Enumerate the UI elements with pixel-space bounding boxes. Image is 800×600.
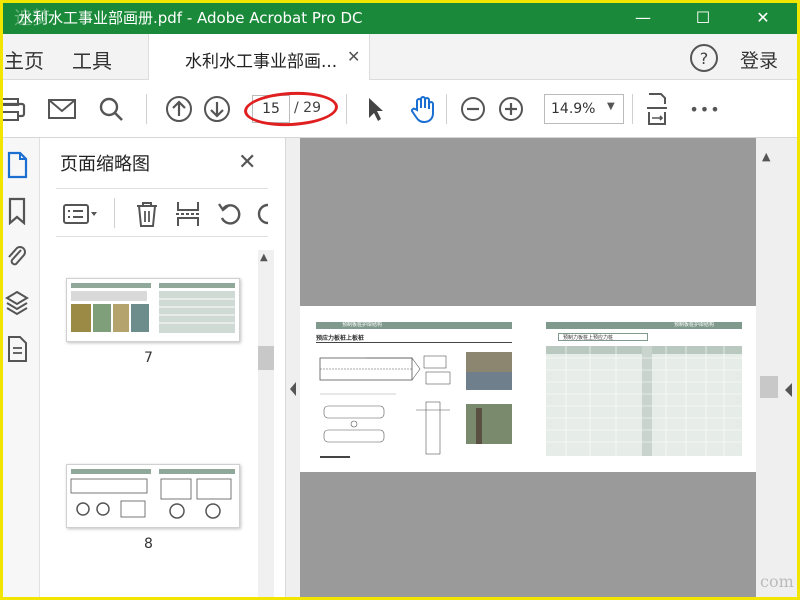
window-title: 水利水工事业部画册.pdf - Adobe Acrobat Pro DC	[18, 9, 363, 27]
engineering-drawings	[319, 352, 512, 458]
toolbar-divider	[632, 94, 633, 124]
toolbar-divider	[146, 94, 147, 124]
specification-table	[546, 346, 742, 456]
rule	[316, 342, 512, 343]
page-heading: 预制板桩护岸结构	[342, 322, 383, 328]
subheading-box: 预制力板桩上预应力桩	[558, 333, 648, 341]
more-icon[interactable]: •••	[689, 94, 720, 124]
navigation-rail	[0, 138, 40, 600]
extract-pages-icon[interactable]	[174, 200, 202, 232]
thumbnail-toolbar	[40, 194, 286, 234]
page-down-icon[interactable]	[202, 94, 232, 124]
main-toolbar: 15 / 29 14.9% ▼ •••	[0, 80, 800, 138]
document-scrollbar[interactable]: ▲	[760, 150, 778, 590]
thumbnail-page-number: 7	[144, 350, 153, 366]
layers-icon[interactable]	[2, 288, 32, 318]
page-subheading: 预制力板桩上预应力桩	[563, 335, 614, 341]
mail-icon[interactable]	[46, 94, 78, 124]
tool-divider	[114, 198, 115, 228]
delete-icon[interactable]	[134, 200, 160, 232]
maximize-button[interactable]: ☐	[680, 0, 726, 34]
zoom-in-icon[interactable]	[496, 94, 526, 124]
panel-divider	[56, 236, 268, 237]
page-up-icon[interactable]	[164, 94, 194, 124]
watermark-text: com	[760, 572, 794, 591]
zoom-value: 14.9%	[551, 101, 596, 117]
print-icon[interactable]	[0, 94, 28, 124]
zoom-out-icon[interactable]	[458, 94, 488, 124]
thumbnails-scrollbar[interactable]: ▲	[258, 250, 274, 600]
section-header-bar: 预制板桩护岸结构	[546, 322, 742, 329]
zoom-select[interactable]: 14.9% ▼	[544, 94, 624, 124]
search-icon[interactable]	[96, 94, 126, 124]
minimize-button[interactable]: —	[620, 0, 666, 34]
tab-document[interactable]: 水利水工事业部画... ✕	[148, 34, 370, 80]
page-heading: 预制板桩护岸结构	[674, 322, 715, 328]
chevron-down-icon: ▼	[607, 101, 615, 112]
toolbar-divider	[346, 94, 347, 124]
document-tab-label: 水利水工事业部画...	[185, 52, 338, 72]
tab-tools[interactable]: 工具	[72, 45, 112, 74]
page-thumbnail[interactable]	[66, 464, 240, 528]
scrollbar-thumb[interactable]	[258, 346, 274, 370]
left-collapse-gutter[interactable]	[286, 138, 300, 600]
page-thumbnail[interactable]	[66, 278, 240, 342]
select-arrow-icon[interactable]	[362, 94, 388, 124]
rotate-left-icon[interactable]	[216, 200, 244, 232]
bookmark-icon[interactable]	[2, 196, 32, 226]
page-subheading: 预应力板桩上板桩	[316, 335, 365, 342]
scroll-up-icon[interactable]: ▲	[260, 252, 268, 263]
attachment-icon[interactable]	[2, 242, 32, 272]
help-icon[interactable]: ?	[690, 44, 718, 72]
rotate-right-icon[interactable]	[254, 200, 268, 232]
toolbar-divider	[446, 94, 447, 124]
scrollbar-thumb[interactable]	[760, 376, 778, 398]
thumbnails-panel-title: 页面缩略图	[60, 154, 150, 175]
title-bar: 追梦 水利水工事业部画册.pdf - Adobe Acrobat Pro DC …	[0, 0, 800, 34]
tab-home[interactable]: 主页	[4, 45, 44, 74]
hand-icon[interactable]	[406, 94, 440, 124]
close-window-button[interactable]: ✕	[740, 0, 786, 34]
thumbnails-panel: 页面缩略图 ✕ 7 8 ▲	[40, 138, 286, 600]
thumbnail-page-number: 8	[144, 536, 153, 552]
close-panel-icon[interactable]: ✕	[238, 150, 256, 175]
login-button[interactable]: 登录	[740, 46, 778, 73]
expand-right-panel-icon[interactable]	[782, 382, 794, 402]
scroll-up-icon[interactable]: ▲	[762, 150, 770, 163]
section-header-bar: 预制板桩护岸结构	[316, 322, 512, 329]
tab-bar: 主页 工具 水利水工事业部画... ✕ ? 登录	[0, 34, 800, 80]
options-menu-icon[interactable]	[62, 202, 100, 230]
pdf-page-spread: 预制板桩护岸结构 预应力板桩上板桩 预制板桩护岸结构 预制力板桩上预应力桩	[300, 306, 756, 472]
panel-divider	[56, 188, 268, 189]
fit-page-icon[interactable]	[642, 93, 672, 125]
page-thumbnails-icon[interactable]	[2, 150, 32, 180]
content-icon[interactable]	[2, 334, 32, 364]
close-tab-icon[interactable]: ✕	[347, 47, 360, 66]
